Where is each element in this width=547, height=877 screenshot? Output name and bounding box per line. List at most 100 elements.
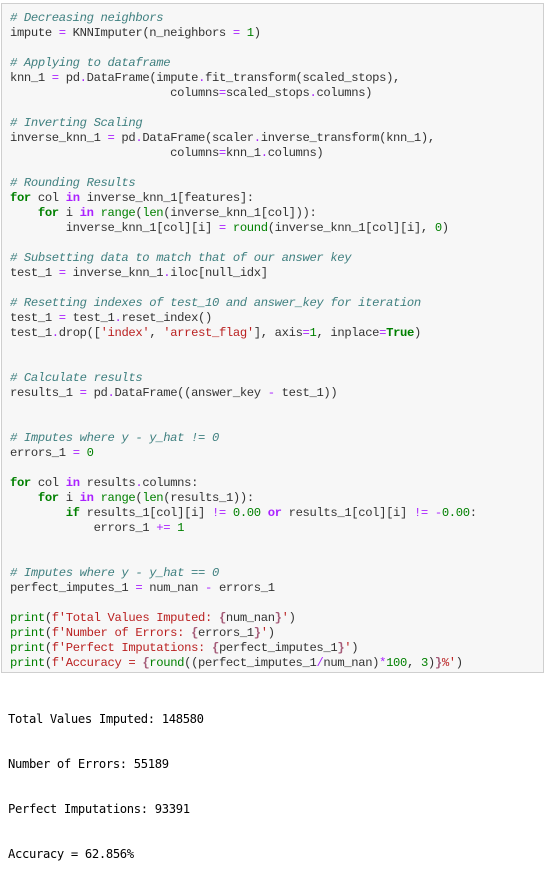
code-token: # Imputes where y - y_hat != 0 <box>10 431 219 445</box>
code-token: errors_1 <box>198 626 254 640</box>
code-token: } <box>434 656 442 670</box>
code-token: i <box>58 206 80 220</box>
code-token: range <box>100 491 136 505</box>
code-token: f'Accuracy = <box>51 656 143 670</box>
code-token: for <box>37 491 59 505</box>
code-token: errors_1 <box>10 446 73 460</box>
code-token: col <box>30 191 66 205</box>
code-token: 'index' <box>100 326 150 340</box>
code-token: results_1[col][i] <box>79 506 212 520</box>
code-token: in <box>79 491 94 505</box>
code-token: = <box>58 26 66 40</box>
code-token: columns <box>10 146 219 160</box>
code-token: ( <box>44 656 52 670</box>
code-line: # Resetting indexes of test_10 and answe… <box>10 296 477 311</box>
code-token: iloc[null_idx] <box>170 266 268 280</box>
code-line: print(f'Accuracy = {round((perfect_imput… <box>10 656 477 671</box>
code-line: inverse_knn_1 = pd.DataFrame(scaler.inve… <box>10 131 477 146</box>
code-token: if <box>65 506 80 520</box>
code-token: DataFrame(scaler <box>142 131 254 145</box>
code-token: print <box>10 611 45 625</box>
code-token: - <box>267 386 275 400</box>
code-token: DataFrame((answer_key <box>114 386 268 400</box>
code-token: , inplace <box>316 326 380 340</box>
code-token: ' <box>281 611 289 625</box>
code-token: = <box>218 86 226 100</box>
code-token: round <box>232 221 268 235</box>
code-line: columns=knn_1.columns) <box>10 146 477 161</box>
code-token: columns) <box>316 86 373 100</box>
code-token: 100 <box>386 656 407 670</box>
code-token: , <box>407 656 421 670</box>
code-token: inverse_knn_1[col][i] <box>10 221 219 235</box>
code-token: = <box>302 326 310 340</box>
code-token: results <box>79 476 136 490</box>
code-token: True <box>386 326 414 340</box>
code-token: inverse_knn_1[features]: <box>79 191 254 205</box>
code-line: for i in range(len(inverse_knn_1[col])): <box>10 206 477 221</box>
code-token: impute <box>10 26 59 40</box>
code-token: for <box>10 476 31 490</box>
code-token: print <box>10 641 45 655</box>
code-token: ' <box>260 626 268 640</box>
code-line: columns=scaled_stops.columns) <box>10 86 477 101</box>
code-line: inverse_knn_1[col][i] = round(inverse_kn… <box>10 221 477 236</box>
code-line: test_1 = inverse_knn_1.iloc[null_idx] <box>10 266 477 281</box>
code-token: # Rounding Results <box>10 176 136 190</box>
code-line: if results_1[col][i] != 0.00 or results_… <box>10 506 477 521</box>
code-cell-input[interactable]: # Decreasing neighbors impute = KNNImpute… <box>1 3 544 673</box>
code-token: # Applying to dataframe <box>10 56 171 70</box>
code-token: f'Number of Errors: <box>51 626 192 640</box>
code-token: in <box>65 476 80 490</box>
code-token: perfect_imputes_1 <box>218 641 338 655</box>
code-line: impute = KNNImputer(n_neighbors = 1) <box>10 26 477 41</box>
code-token: test_1 <box>10 326 52 340</box>
output-line-perfect: Perfect Imputations: 93391 <box>8 802 190 816</box>
code-token: errors_1 <box>10 521 157 535</box>
code-token: in <box>65 191 80 205</box>
code-token: num_nan <box>142 581 206 595</box>
code-token: in <box>79 206 94 220</box>
code-token: knn_1 <box>10 71 52 85</box>
code-token: f'Perfect Imputations: <box>51 641 212 655</box>
code-line: # Subsetting data to match that of our a… <box>10 251 477 266</box>
code-token: ) <box>288 611 296 625</box>
code-token: len <box>142 491 164 505</box>
code-editor[interactable]: # Decreasing neighbors impute = KNNImpute… <box>10 11 477 671</box>
code-token: (inverse_knn_1[col])): <box>163 206 317 220</box>
code-token: - <box>434 506 442 520</box>
code-line: perfect_imputes_1 = num_nan - errors_1 <box>10 581 477 596</box>
code-token: = <box>218 221 226 235</box>
code-token: = <box>218 146 226 160</box>
code-token: 1 <box>246 26 254 40</box>
code-token: != <box>413 506 428 520</box>
code-token: } <box>274 611 282 625</box>
code-token: pd <box>58 71 80 85</box>
code-token: ( <box>44 626 52 640</box>
code-token: ) <box>267 626 275 640</box>
code-token: = <box>58 311 66 325</box>
code-token: { <box>211 641 219 655</box>
code-token: . <box>79 71 87 85</box>
code-line: # Decreasing neighbors <box>10 11 477 26</box>
code-line: errors_1 = 0 <box>10 446 477 461</box>
code-token: = <box>51 71 59 85</box>
code-token: ) <box>253 26 261 40</box>
code-line: print(f'Number of Errors: {errors_1}') <box>10 626 477 641</box>
code-token: != <box>211 506 226 520</box>
code-token: ) <box>351 641 359 655</box>
code-token: . <box>51 326 59 340</box>
code-token: ( <box>44 611 52 625</box>
code-token: = <box>232 26 240 40</box>
code-line: for col in inverse_knn_1[features]: <box>10 191 477 206</box>
